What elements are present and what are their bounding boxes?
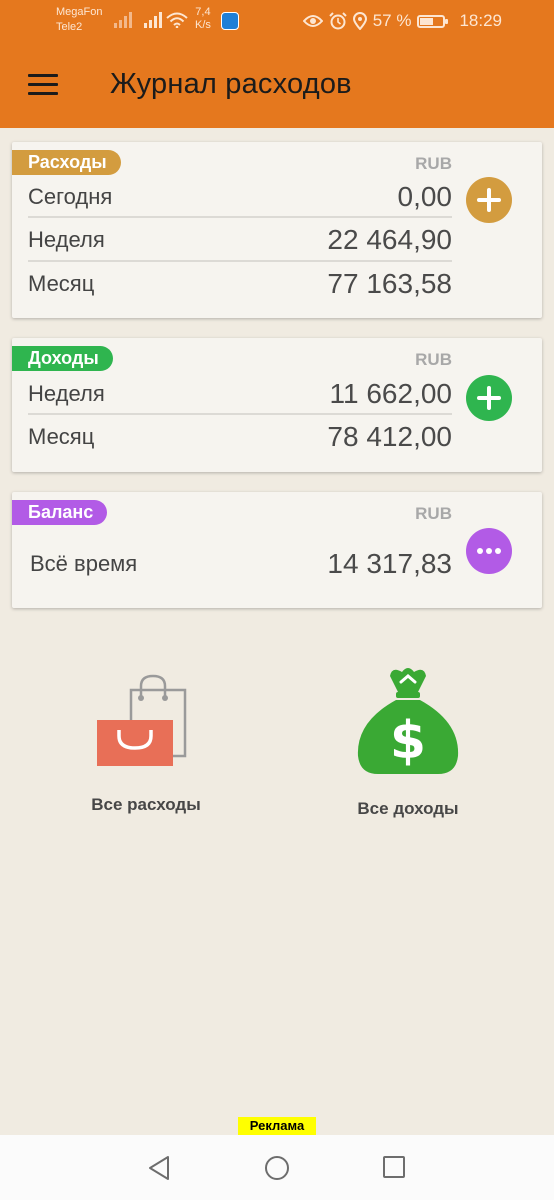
balance-tag: Баланс [12, 500, 108, 525]
row-label: Неделя [28, 227, 105, 252]
expenses-card[interactable]: Расходы RUB Сегодня 0,00 Неделя 22 464,9… [12, 142, 542, 318]
expenses-row-today: Сегодня 0,00 [28, 176, 452, 218]
clock: 18:29 [459, 11, 502, 30]
all-expenses-label: Все расходы [91, 795, 201, 814]
expenses-row-month: Месяц 77 163,58 [28, 263, 452, 305]
row-label: Месяц [28, 271, 95, 296]
divider [28, 260, 452, 262]
battery-level [420, 17, 434, 25]
speed-unit: K/s [195, 19, 211, 31]
battery-icon [417, 14, 449, 28]
shield-icon [221, 12, 239, 30]
row-value: 78 412,00 [327, 421, 452, 452]
carrier-2: Tele2 [56, 21, 83, 33]
wifi-icon [166, 12, 188, 28]
row-value: 0,00 [397, 181, 453, 212]
add-income-button[interactable] [466, 375, 512, 421]
status-right: 57 % 18:29 [302, 11, 502, 31]
money-bag-icon: $ [357, 668, 459, 774]
speed-value: 7,4 [195, 6, 211, 18]
income-row-month: Месяц 78 412,00 [28, 416, 452, 458]
status-bar: MegaFon Tele2 7,4 K/s 57 % 18:29 [0, 0, 554, 44]
shopping-bag-icon [97, 674, 187, 766]
plus-icon [477, 386, 501, 410]
expenses-tag: Расходы [12, 150, 121, 175]
balance-currency: RUB [415, 504, 452, 523]
row-value: 77 163,58 [327, 268, 452, 299]
row-label: Сегодня [28, 184, 113, 209]
balance-row-all-time: Всё время 14 317,83 [30, 543, 452, 585]
income-tag: Доходы [12, 346, 113, 371]
back-icon[interactable] [147, 1155, 171, 1181]
income-currency: RUB [415, 350, 452, 369]
menu-icon[interactable] [28, 74, 58, 96]
app-bar: MegaFon Tele2 7,4 K/s 57 % 18:29 Журнал … [0, 0, 554, 128]
divider [28, 413, 452, 415]
system-nav-bar [0, 1135, 554, 1200]
row-value: 22 464,90 [327, 224, 452, 255]
row-value: 11 662,00 [329, 378, 453, 409]
row-label: Месяц [28, 424, 95, 449]
home-icon[interactable] [264, 1155, 290, 1181]
all-income-shortcut[interactable]: $ Все доходы [308, 664, 508, 819]
add-expense-button[interactable] [466, 177, 512, 223]
alarm-icon [328, 12, 347, 30]
page-title: Журнал расходов [110, 68, 352, 100]
income-row-week: Неделя 11 662,00 [28, 373, 452, 415]
row-label: Всё время [30, 551, 138, 576]
divider [28, 216, 452, 218]
expenses-currency: RUB [415, 154, 452, 173]
location-icon [352, 12, 367, 30]
battery-percent: 57 % [372, 11, 412, 30]
signal-icon [114, 12, 132, 28]
all-expenses-shortcut[interactable]: Все расходы [46, 672, 246, 815]
income-card[interactable]: Доходы RUB Неделя 11 662,00 Месяц 78 412… [12, 338, 542, 472]
all-income-label: Все доходы [357, 799, 459, 818]
row-value: 14 317,83 [327, 548, 452, 579]
plus-icon [477, 188, 501, 212]
more-horizontal-icon [477, 548, 501, 554]
carrier-names: MegaFon Tele2 [56, 5, 102, 35]
recents-icon[interactable] [382, 1155, 406, 1179]
signal-icon [144, 12, 162, 28]
expenses-row-week: Неделя 22 464,90 [28, 219, 452, 261]
svg-text:$: $ [390, 711, 426, 771]
ad-badge[interactable]: Реклама [238, 1117, 316, 1135]
balance-card[interactable]: Баланс RUB Всё время 14 317,83 [12, 492, 542, 608]
balance-more-button[interactable] [466, 528, 512, 574]
row-label: Неделя [28, 381, 105, 406]
eye-icon [302, 15, 323, 27]
network-speed: 7,4 K/s [195, 6, 211, 32]
carrier-1: MegaFon [56, 6, 103, 18]
